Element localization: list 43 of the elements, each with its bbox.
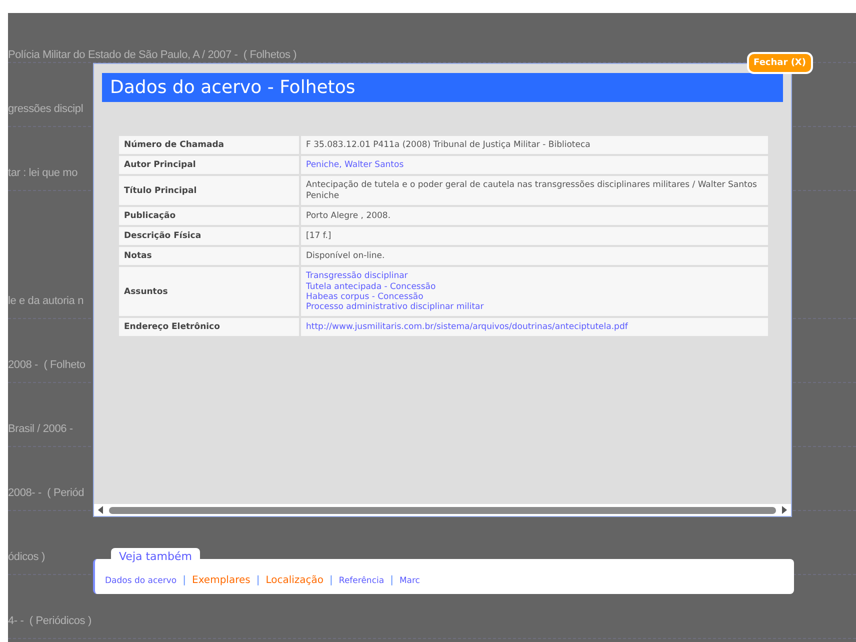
field-label: Endereço Eletrônico <box>119 318 301 336</box>
list-entry-text[interactable]: 2008- - ( Periód <box>8 447 84 499</box>
list-entry-text[interactable]: Brasil / 2006 - <box>8 383 73 435</box>
list-entry-text[interactable]: gressões discipl <box>8 63 84 115</box>
modal-title: Dados do acervo - Folhetos <box>102 73 783 102</box>
field-label: Autor Principal <box>119 156 301 174</box>
field-value: Porto Alegre , 2008. <box>306 210 391 221</box>
field-label: Assuntos <box>119 267 301 316</box>
link-separator: | <box>182 575 186 586</box>
field-label: Título Principal <box>119 176 301 205</box>
list-entry-text[interactable]: tar : lei que mo <box>8 127 78 179</box>
field-label: Notas <box>119 247 301 266</box>
field-link[interactable]: Peniche, Walter Santos <box>306 160 404 170</box>
field-label: Número de Chamada <box>119 136 301 154</box>
link-separator: | <box>390 575 394 586</box>
link-separator: | <box>256 575 260 586</box>
see-also-link[interactable]: Localização <box>266 575 324 586</box>
scroll-left-icon[interactable] <box>97 506 105 514</box>
scroll-right-icon[interactable] <box>780 506 788 514</box>
see-also-link[interactable]: Marc <box>399 576 420 586</box>
field-label: Publicação <box>119 206 301 225</box>
field-link[interactable]: Transgressão disciplinar <box>306 271 408 282</box>
scrollbar-thumb[interactable] <box>109 506 776 514</box>
close-button[interactable]: Fechar (X) <box>746 52 813 74</box>
list-entry-text[interactable]: le e da autoria n <box>8 191 84 307</box>
list-entry-text[interactable]: 2008 - ( Folheto <box>8 319 86 371</box>
see-also-link[interactable]: Exemplares <box>192 575 250 586</box>
field-value: Disponível on-line. <box>306 251 385 262</box>
field-value: Antecipação de tutela e o poder geral de cautela nas transgressões disciplinares militares / Walter Santos Peniche <box>306 180 757 201</box>
field-value: [17 f.] <box>306 230 332 241</box>
link-separator: | <box>330 575 333 586</box>
field-link[interactable]: Tutela antecipada - Concessão <box>306 282 436 292</box>
field-link[interactable]: Processo administrativo disciplinar militar <box>306 302 484 312</box>
see-also-link[interactable]: Dados do acervo <box>105 576 177 586</box>
list-entry-text[interactable]: 4- - ( Periódicos ) <box>8 575 92 627</box>
horizontal-scrollbar[interactable] <box>94 504 791 516</box>
list-entry-text[interactable]: ódicos ) <box>8 511 45 563</box>
list-entry-text[interactable]: Polícia Militar do Estado de São Paulo, A / 2007 - ( Folhetos ) <box>8 47 297 61</box>
see-also-link[interactable]: Referência <box>338 576 384 586</box>
field-label: Descrição Física <box>119 226 301 246</box>
field-value: F 35.083.12.01 P411a (2008) Tribunal de Justiça Militar - Biblioteca <box>306 140 590 150</box>
see-also-title: Veja também <box>111 548 200 565</box>
field-link[interactable]: Habeas corpus - Concessão <box>306 292 424 302</box>
